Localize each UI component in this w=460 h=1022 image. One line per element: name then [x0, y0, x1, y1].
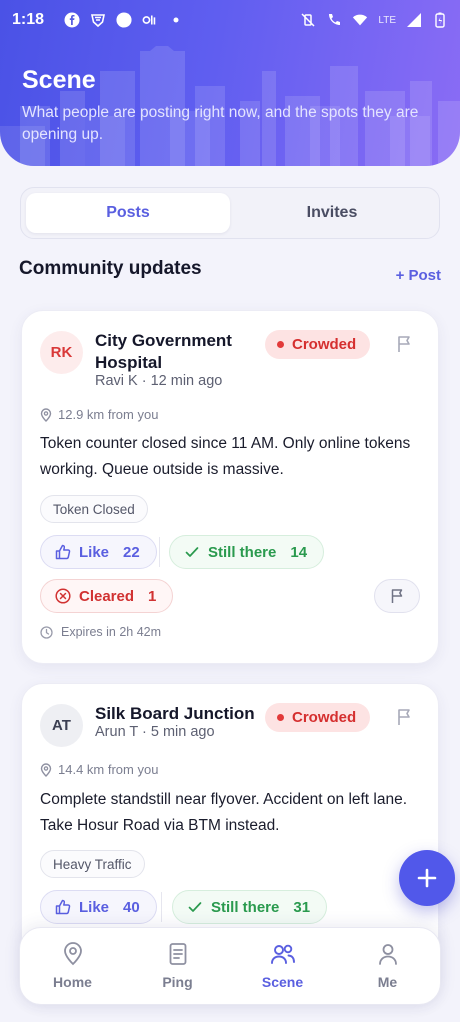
like-button[interactable]: Like 40 — [40, 890, 157, 924]
still-there-count: 31 — [293, 898, 311, 916]
cleared-label: Cleared — [79, 587, 135, 605]
status-badge: Crowded — [265, 703, 371, 732]
like-button[interactable]: Like 22 — [40, 535, 157, 569]
like-count: 22 — [123, 543, 140, 561]
nav-me[interactable]: Me — [335, 928, 440, 1004]
action-divider — [159, 537, 160, 567]
still-there-button[interactable]: Still there 31 — [172, 890, 328, 924]
status-dot — [277, 341, 284, 348]
wifi-call-icon — [326, 12, 342, 28]
add-post-button[interactable]: + Post — [396, 267, 441, 284]
signal-icon — [406, 12, 422, 28]
flag-icon[interactable] — [396, 708, 414, 726]
nav-scene[interactable]: Scene — [230, 928, 335, 1004]
close-circle-icon — [55, 588, 71, 604]
still-there-label: Still there — [211, 898, 280, 916]
still-there-label: Still there — [208, 543, 277, 561]
section-title: Community updates — [19, 258, 202, 279]
like-label: Like — [79, 898, 110, 916]
document-icon — [169, 943, 186, 965]
nav-home[interactable]: Home — [20, 928, 125, 1004]
avatar: AT — [40, 704, 83, 747]
vibrate-mute-icon — [300, 12, 316, 28]
status-label: Crowded — [292, 336, 357, 353]
flag-icon — [391, 589, 403, 603]
status-bar: 1:18 LTE — [0, 0, 460, 40]
clock-icon — [40, 625, 53, 639]
post-text: Complete standstill near flyover. Accide… — [40, 791, 408, 834]
nav-ping-label: Ping — [162, 974, 193, 990]
location-pin-icon — [63, 942, 82, 966]
distance: 12.9 km from you — [40, 407, 158, 422]
network-type-label: LTE — [378, 14, 396, 26]
facebook-icon — [64, 12, 80, 28]
status-dot — [277, 714, 284, 721]
post-meta: Ravi K · 12 min ago — [95, 373, 223, 389]
expiry-label: Expires in 2h 42m — [61, 625, 162, 639]
battery-icon — [432, 12, 448, 28]
avatar: RK — [40, 331, 83, 374]
post-place: Silk Board Junction — [95, 704, 255, 723]
tab-bar: Posts Invites — [20, 187, 440, 239]
ola-app-icon — [142, 12, 158, 28]
thumbs-up-icon — [55, 899, 71, 915]
location-pin-icon — [40, 762, 52, 777]
action-divider — [161, 892, 162, 922]
cleared-button[interactable]: Cleared 1 — [40, 579, 174, 613]
check-icon — [185, 547, 199, 557]
post-text: Token counter closed since 11 AM. Only o… — [40, 435, 411, 478]
bottom-nav: Home Ping Scene Me — [19, 927, 441, 1005]
nav-me-label: Me — [377, 974, 398, 990]
flag-icon[interactable] — [396, 335, 414, 353]
post-tag: Token Closed — [40, 495, 148, 523]
distance-label: 14.4 km from you — [58, 762, 159, 777]
nav-ping[interactable]: Ping — [125, 928, 230, 1004]
nav-scene-label: Scene — [261, 974, 304, 990]
nav-home-label: Home — [53, 974, 92, 990]
post-place: City Government Hospital — [95, 331, 232, 372]
post-meta: Arun T · 5 min ago — [95, 724, 215, 740]
cleared-count: 1 — [148, 587, 157, 605]
wifi-icon — [352, 12, 368, 28]
people-icon — [270, 944, 295, 964]
plus-icon — [417, 868, 437, 888]
check-icon — [188, 902, 202, 912]
location-pin-icon — [40, 407, 52, 422]
like-label: Like — [79, 543, 110, 561]
thumbs-up-icon — [55, 544, 71, 560]
like-count: 40 — [123, 898, 140, 916]
post-card: RK City Government Hospital Ravi K · 12 … — [21, 310, 439, 664]
new-post-fab[interactable] — [399, 850, 455, 906]
post-tag: Heavy Traffic — [40, 850, 145, 878]
still-there-button[interactable]: Still there 14 — [169, 535, 325, 569]
tab-posts[interactable]: Posts — [26, 193, 230, 233]
page-title: Scene — [22, 66, 96, 94]
status-label: Crowded — [292, 709, 357, 726]
header: 1:18 LTE Scene What people are posting r… — [0, 0, 460, 166]
still-there-count: 14 — [290, 543, 308, 561]
status-time: 1:18 — [12, 11, 45, 28]
tab-invites[interactable]: Invites — [230, 193, 434, 233]
report-button[interactable] — [374, 579, 420, 613]
status-badge: Crowded — [265, 330, 371, 359]
cloud-app-icon — [116, 12, 132, 28]
shield-app-icon — [90, 12, 106, 28]
distance-label: 12.9 km from you — [58, 407, 159, 422]
page-subtitle: What people are posting right now, and t… — [22, 104, 419, 143]
person-icon — [378, 944, 397, 965]
notification-dot-icon — [168, 12, 184, 28]
distance: 14.4 km from you — [40, 762, 158, 777]
expiry: Expires in 2h 42m — [40, 625, 161, 639]
